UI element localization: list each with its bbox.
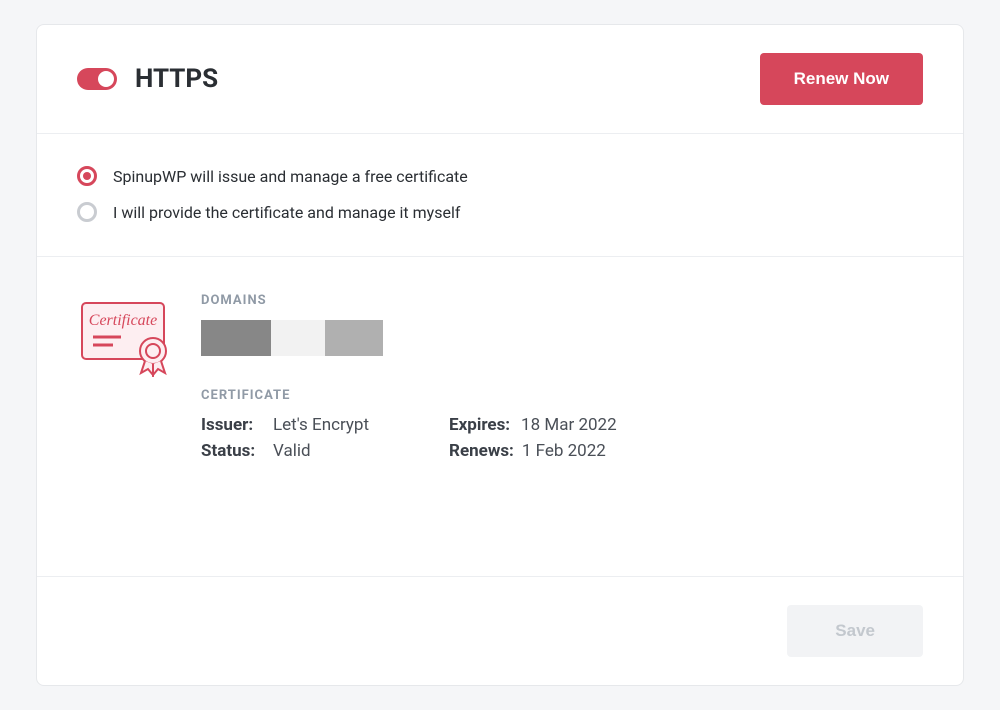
https-toggle[interactable] — [77, 68, 117, 90]
certificate-column-right: Expires: 18 Mar 2022 Renews: 1 Feb 2022 — [449, 415, 617, 461]
issuer-row: Issuer: Let's Encrypt — [201, 415, 369, 435]
status-row: Status: Valid — [201, 441, 369, 461]
renews-key: Renews: — [449, 441, 514, 461]
radio-option-auto[interactable]: SpinupWP will issue and manage a free ce… — [77, 166, 923, 186]
expires-value: 18 Mar 2022 — [521, 415, 617, 435]
renews-row: Renews: 1 Feb 2022 — [449, 441, 617, 461]
toggle-knob — [98, 71, 114, 87]
renew-now-button[interactable]: Renew Now — [760, 53, 923, 105]
certificate-label: CERTIFICATE — [201, 388, 923, 403]
radio-indicator — [77, 202, 97, 222]
card-header: HTTPS Renew Now — [37, 25, 963, 134]
certificate-icon: Certificate — [77, 295, 177, 381]
domains-redacted — [201, 320, 923, 356]
status-value: Valid — [273, 441, 311, 461]
certificate-details: Issuer: Let's Encrypt Status: Valid Expi… — [201, 415, 923, 461]
radio-option-manual[interactable]: I will provide the certificate and manag… — [77, 202, 923, 222]
radio-indicator — [77, 166, 97, 186]
svg-text:Certificate: Certificate — [89, 312, 157, 329]
radio-label-manual: I will provide the certificate and manag… — [113, 203, 460, 222]
domains-label: DOMAINS — [201, 293, 923, 308]
certificate-column-left: Issuer: Let's Encrypt Status: Valid — [201, 415, 369, 461]
header-left: HTTPS — [77, 64, 218, 94]
radio-label-auto: SpinupWP will issue and manage a free ce… — [113, 167, 468, 186]
card-footer: Save — [37, 576, 963, 685]
save-button[interactable]: Save — [787, 605, 923, 657]
certificate-section: Certificate DOMAINS CERTIFICATE — [37, 257, 963, 576]
redacted-block — [201, 320, 271, 356]
certificate-icon-wrap: Certificate — [77, 293, 177, 536]
redacted-block — [325, 320, 383, 356]
expires-row: Expires: 18 Mar 2022 — [449, 415, 617, 435]
page-title: HTTPS — [135, 64, 218, 94]
https-settings-card: HTTPS Renew Now SpinupWP will issue and … — [36, 24, 964, 686]
certificate-body: DOMAINS CERTIFICATE Issuer: Let's Encryp… — [201, 293, 923, 536]
certificate-mode-section: SpinupWP will issue and manage a free ce… — [37, 134, 963, 257]
expires-key: Expires: — [449, 415, 513, 435]
status-key: Status: — [201, 441, 265, 461]
redacted-block — [271, 320, 325, 356]
issuer-key: Issuer: — [201, 415, 265, 435]
renews-value: 1 Feb 2022 — [522, 441, 606, 461]
issuer-value: Let's Encrypt — [273, 415, 369, 435]
